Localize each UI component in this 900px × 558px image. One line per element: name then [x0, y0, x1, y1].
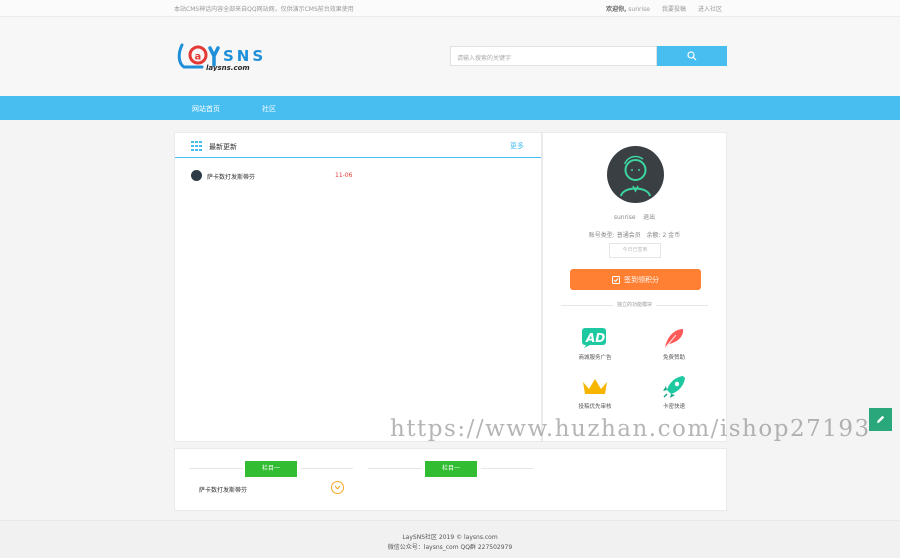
feature-label: 投稿优先审核 — [578, 404, 612, 410]
chevron-down-icon[interactable] — [331, 481, 344, 494]
rocket-icon — [660, 375, 688, 399]
svg-text:a: a — [195, 52, 202, 63]
enter-community-link[interactable]: 进入社区 — [698, 4, 722, 13]
footer: LaySNS社区 2019 © laysns.com 微信公众号：laysns_… — [0, 520, 900, 558]
account-type-label: 账号类型: — [588, 232, 615, 239]
features-section-text: 独立的功能模块 — [612, 302, 656, 308]
welcome-text: 欢迎你, sunrise — [606, 4, 650, 13]
account-info: 账号类型: 普通会员 余额: 2 金币 — [543, 230, 726, 239]
feature-label: 商城服务广告 — [578, 355, 612, 361]
search-input[interactable]: 请输入搜索的关键字 — [450, 46, 657, 66]
crown-icon — [581, 375, 609, 399]
features-section-title: 独立的功能模块 — [543, 301, 726, 308]
grid-icon — [191, 141, 202, 151]
user-panel: sunrise 退出 账号类型: 普通会员 余额: 2 金币 今日已签到 签到领… — [542, 132, 727, 442]
nav-item-community[interactable]: 社区 — [262, 104, 276, 114]
signin-button-label: 签到领积分 — [624, 275, 659, 284]
header: a SNS laysns.com 请输入搜索的关键字 — [0, 17, 900, 96]
site-notice: 本站CMS神话内容全部来自QQ网站网，仅供演示CMS前台效果使用 — [174, 6, 354, 13]
divider — [301, 468, 353, 469]
column-list-item[interactable]: 萨卡数打发斯蒂芬 — [199, 485, 247, 494]
welcome-prefix: 欢迎你, — [606, 6, 627, 13]
footer-contact: 微信公众号：laysns_com QQ群 227502979 — [387, 544, 513, 551]
latest-updates-panel: 最新更新 更多 萨卡数打发斯蒂芬 11-06 — [174, 132, 542, 442]
latest-more-link[interactable]: 更多 — [510, 141, 524, 151]
latest-updates-header: 最新更新 更多 — [175, 133, 541, 158]
laysns-logo-graphic: a SNS laysns.com — [177, 43, 266, 72]
user-avatar-icon — [620, 155, 651, 197]
footer-copyright: LaySNS社区 2019 © laysns.com — [402, 534, 498, 541]
feather-icon — [660, 326, 688, 350]
signin-button[interactable]: 签到领积分 — [570, 269, 701, 290]
svg-text:AD: AD — [585, 331, 605, 345]
nav-item-home[interactable]: 网站首页 — [192, 104, 220, 114]
balance-value: 2 金币 — [662, 232, 681, 239]
avatar[interactable] — [607, 146, 664, 203]
svg-text:SNS: SNS — [223, 47, 266, 65]
search-bar: 请输入搜索的关键字 — [450, 46, 727, 66]
column-tag[interactable]: 栏目一 — [425, 461, 477, 477]
watermark-text: https://www.huzhan.com/ishop27193 — [390, 416, 871, 442]
feature-ad[interactable]: AD 商城服务广告 — [565, 326, 625, 361]
columns-panel: 栏目一 萨卡数打发斯蒂芬 栏目一 — [174, 448, 727, 511]
bullet-icon — [191, 170, 202, 181]
edit-button[interactable] — [869, 408, 892, 431]
divider — [481, 468, 533, 469]
column-tag[interactable]: 栏目一 — [245, 461, 297, 477]
search-icon — [687, 51, 697, 61]
ad-icon: AD — [581, 326, 609, 350]
user-name[interactable]: sunrise — [614, 214, 636, 221]
balance-label: 余额: — [646, 232, 661, 239]
checkbox-icon — [612, 275, 620, 284]
top-bar: 本站CMS神话内容全部来自QQ网站网，仅供演示CMS前台效果使用 欢迎你, su… — [0, 0, 900, 17]
list-item[interactable]: 萨卡数打发斯蒂芬 11-06 — [191, 170, 531, 182]
user-line: sunrise 退出 — [543, 212, 726, 221]
pencil-icon — [877, 415, 885, 423]
feature-sponsor[interactable]: 免费赞助 — [644, 326, 704, 361]
divider — [368, 468, 422, 469]
divider — [189, 468, 243, 469]
search-button[interactable] — [657, 46, 727, 66]
svg-text:laysns.com: laysns.com — [206, 64, 250, 71]
feature-label: 免费赞助 — [662, 355, 685, 361]
feature-card[interactable]: 卡密快速 — [644, 375, 704, 410]
feature-review[interactable]: 投稿优先审核 — [565, 375, 625, 410]
logout-link[interactable]: 退出 — [643, 214, 655, 221]
signin-status-badge: 今日已签到 — [609, 243, 661, 258]
top-user-links: 欢迎你, sunrise 我要投稿 进入社区 — [606, 4, 722, 13]
welcome-username[interactable]: sunrise — [628, 6, 650, 13]
news-title[interactable]: 萨卡数打发斯蒂芬 — [207, 172, 255, 181]
site-logo[interactable]: a SNS laysns.com — [176, 39, 308, 72]
publish-link[interactable]: 我要投稿 — [662, 4, 686, 13]
account-type-value: 普通会员 — [616, 232, 641, 239]
main-nav: 网站首页 社区 — [0, 96, 900, 120]
feature-label: 卡密快速 — [662, 404, 685, 410]
news-date: 11-06 — [335, 172, 353, 179]
latest-updates-title: 最新更新 — [209, 143, 237, 151]
